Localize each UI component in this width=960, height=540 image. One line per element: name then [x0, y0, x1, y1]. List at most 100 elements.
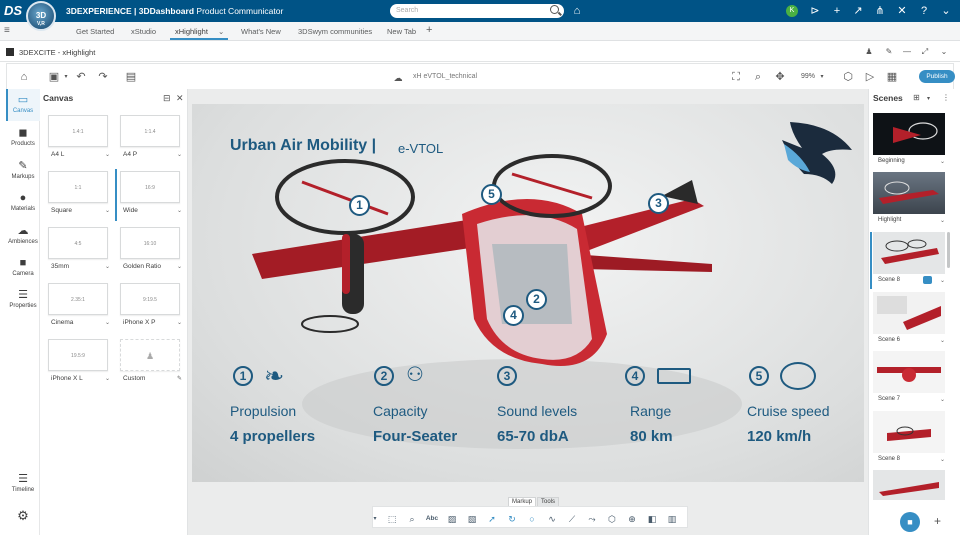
edit-icon[interactable]: ✎	[177, 375, 182, 382]
zoom-tool-icon[interactable]: ⌕	[405, 512, 419, 526]
close-icon[interactable]: ✕	[176, 93, 184, 104]
nav-timeline[interactable]: ☰ Timeline	[6, 468, 40, 500]
format-wide[interactable]: 16:9 Wide ⌄	[115, 169, 185, 221]
format-iphone-x-portrait[interactable]: 9:19.5 iPhone X P ⌄	[115, 281, 185, 333]
undo-icon[interactable]: ↶	[74, 70, 88, 84]
minimize-icon[interactable]: —	[900, 45, 914, 59]
3d-viewport[interactable]: Urban Air Mobility | e-VTOL 1 5 3 2 4 1 …	[192, 104, 864, 482]
callout-5[interactable]: 5	[481, 184, 502, 205]
chevron-down-icon[interactable]: ⌄	[940, 158, 945, 165]
rotate-icon[interactable]: ↻	[505, 512, 519, 526]
freehand-icon[interactable]: ∿	[545, 512, 559, 526]
measure-icon[interactable]: ⊕	[625, 512, 639, 526]
add-tab-icon[interactable]: +	[426, 24, 432, 36]
toolbar-chevron-icon[interactable]: ▾	[372, 512, 378, 526]
tab-get-started[interactable]: Get Started	[76, 27, 114, 36]
scene-7[interactable]: Scene 7 ⌄	[873, 351, 945, 409]
forward-icon[interactable]: ↗	[851, 4, 865, 18]
nav-materials[interactable]: ● Materials	[6, 187, 40, 219]
pan-icon[interactable]: ✥	[773, 70, 787, 84]
curve-icon[interactable]: ⤳	[585, 512, 599, 526]
save-menu-chevron-icon[interactable]: ▾	[59, 70, 73, 84]
maximize-icon[interactable]: ⤢	[918, 45, 932, 59]
network-icon[interactable]: ⋔	[873, 4, 887, 18]
chevron-down-icon[interactable]: ⌄	[940, 277, 945, 284]
chevron-down-icon[interactable]: ⌄	[105, 319, 110, 326]
view-3d-icon[interactable]: ⬡	[841, 70, 855, 84]
chevron-down-icon[interactable]: ⌄	[177, 263, 182, 270]
crop-icon[interactable]: ▧	[465, 512, 479, 526]
format-square[interactable]: 1:1 Square ⌄	[43, 169, 113, 221]
chevron-down-icon[interactable]: ⌄	[939, 4, 953, 18]
panel-toggle-icon[interactable]: ▤	[124, 70, 138, 84]
nav-camera[interactable]: ■ Camera	[6, 252, 40, 284]
chevron-down-icon[interactable]: ⌄	[105, 375, 110, 382]
more-options-icon[interactable]: ⋮	[942, 93, 950, 102]
zoom-chevron-icon[interactable]: ▾	[815, 70, 829, 84]
grid-icon[interactable]: ▥	[665, 512, 679, 526]
scene-highlight[interactable]: Highlight ⌄	[873, 172, 945, 230]
line-icon[interactable]: ⟋	[565, 512, 579, 526]
ds-logo-icon[interactable]: DS	[4, 3, 22, 18]
add-scene-button[interactable]: +	[934, 514, 941, 528]
tools-icon[interactable]: ✕	[895, 4, 909, 18]
scene-partial[interactable]	[873, 470, 945, 500]
search-icon[interactable]	[550, 5, 559, 14]
chevron-down-icon[interactable]: ⌄	[940, 337, 945, 344]
scene-8[interactable]: Scene 8 ⌄	[873, 411, 945, 469]
search-input[interactable]: Search	[390, 4, 564, 18]
compass-logo[interactable]: 3D V,R	[26, 1, 56, 31]
nav-canvas[interactable]: ▭ Canvas	[6, 89, 40, 121]
chevron-down-icon[interactable]: ⌄	[105, 151, 110, 158]
text-abc-icon[interactable]: Abc	[425, 512, 439, 526]
format-iphone-x-landscape[interactable]: 19.5:9 iPhone X L ⌄	[43, 337, 113, 389]
section-icon[interactable]: ◧	[645, 512, 659, 526]
chevron-down-icon[interactable]: ⌄	[940, 396, 945, 403]
tab-xstudio[interactable]: xStudio	[131, 27, 156, 36]
scene-beginning[interactable]: Beginning ⌄	[873, 113, 945, 171]
circle-icon[interactable]: ○	[525, 512, 539, 526]
nav-properties[interactable]: ☰ Properties	[6, 284, 40, 316]
scene-6[interactable]: Scene 6 ⌄	[873, 292, 945, 350]
help-icon[interactable]: ?	[917, 4, 931, 18]
screenshot-icon[interactable]: ⬚	[385, 512, 399, 526]
callout-2[interactable]: 2	[526, 289, 547, 310]
nav-ambiences[interactable]: ☁ Ambiences	[6, 220, 40, 252]
chevron-down-icon[interactable]: ⌄	[177, 207, 182, 214]
format-cinema[interactable]: 2.35:1 Cinema ⌄	[43, 281, 113, 333]
format-custom[interactable]: ♟ Custom ✎	[115, 337, 185, 389]
hamburger-icon[interactable]: ≡	[4, 25, 10, 36]
box-icon[interactable]: ⬡	[605, 512, 619, 526]
present-icon[interactable]: ▦	[885, 70, 899, 84]
settings-button[interactable]: ⚙	[6, 505, 40, 537]
arrow-icon[interactable]: ➚	[485, 512, 499, 526]
nav-products[interactable]: ◼ Products	[6, 122, 40, 154]
tab-whats-new[interactable]: What's New	[241, 27, 281, 36]
publish-button[interactable]: Publish	[919, 70, 955, 83]
chevron-down-icon[interactable]: ⌄	[940, 217, 945, 224]
callout-1[interactable]: 1	[349, 195, 370, 216]
format-golden-ratio[interactable]: 16:10 Golden Ratio ⌄	[115, 225, 185, 277]
dock-panel-icon[interactable]: ⊟	[163, 93, 171, 104]
tab-new-tab[interactable]: New Tab	[387, 27, 416, 36]
tab-3dswym[interactable]: 3DSwym communities	[298, 27, 372, 36]
user-avatar[interactable]: K	[786, 5, 798, 17]
zoom-level[interactable]: 99%	[801, 73, 815, 80]
chevron-down-icon[interactable]: ⌄	[177, 151, 182, 158]
add-scene-icon[interactable]: ⊞	[913, 93, 920, 102]
format-35mm[interactable]: 4:5 35mm ⌄	[43, 225, 113, 277]
chevron-down-icon[interactable]: ⌄	[105, 263, 110, 270]
share-icon[interactable]: ⊳	[808, 4, 822, 18]
chevron-down-icon[interactable]: ⌄	[105, 207, 110, 214]
edit-icon[interactable]: ✎	[882, 45, 896, 59]
home-icon[interactable]: ⌂	[17, 70, 31, 84]
tab-chevron-down-icon[interactable]: ⌄	[218, 27, 224, 36]
chevron-down-icon[interactable]: ⌄	[940, 456, 945, 463]
image-icon[interactable]: ▨	[445, 512, 459, 526]
format-a4-landscape[interactable]: 1.4:1 A4 L ⌄	[43, 113, 113, 165]
scenes-scrollbar[interactable]	[947, 232, 950, 268]
tab-xhighlight[interactable]: xHighlight	[175, 27, 208, 36]
tag-icon[interactable]: ⌂	[570, 4, 584, 18]
chevron-down-icon[interactable]: ⌄	[177, 319, 182, 326]
chevron-down-icon[interactable]: ⌄	[937, 45, 951, 59]
